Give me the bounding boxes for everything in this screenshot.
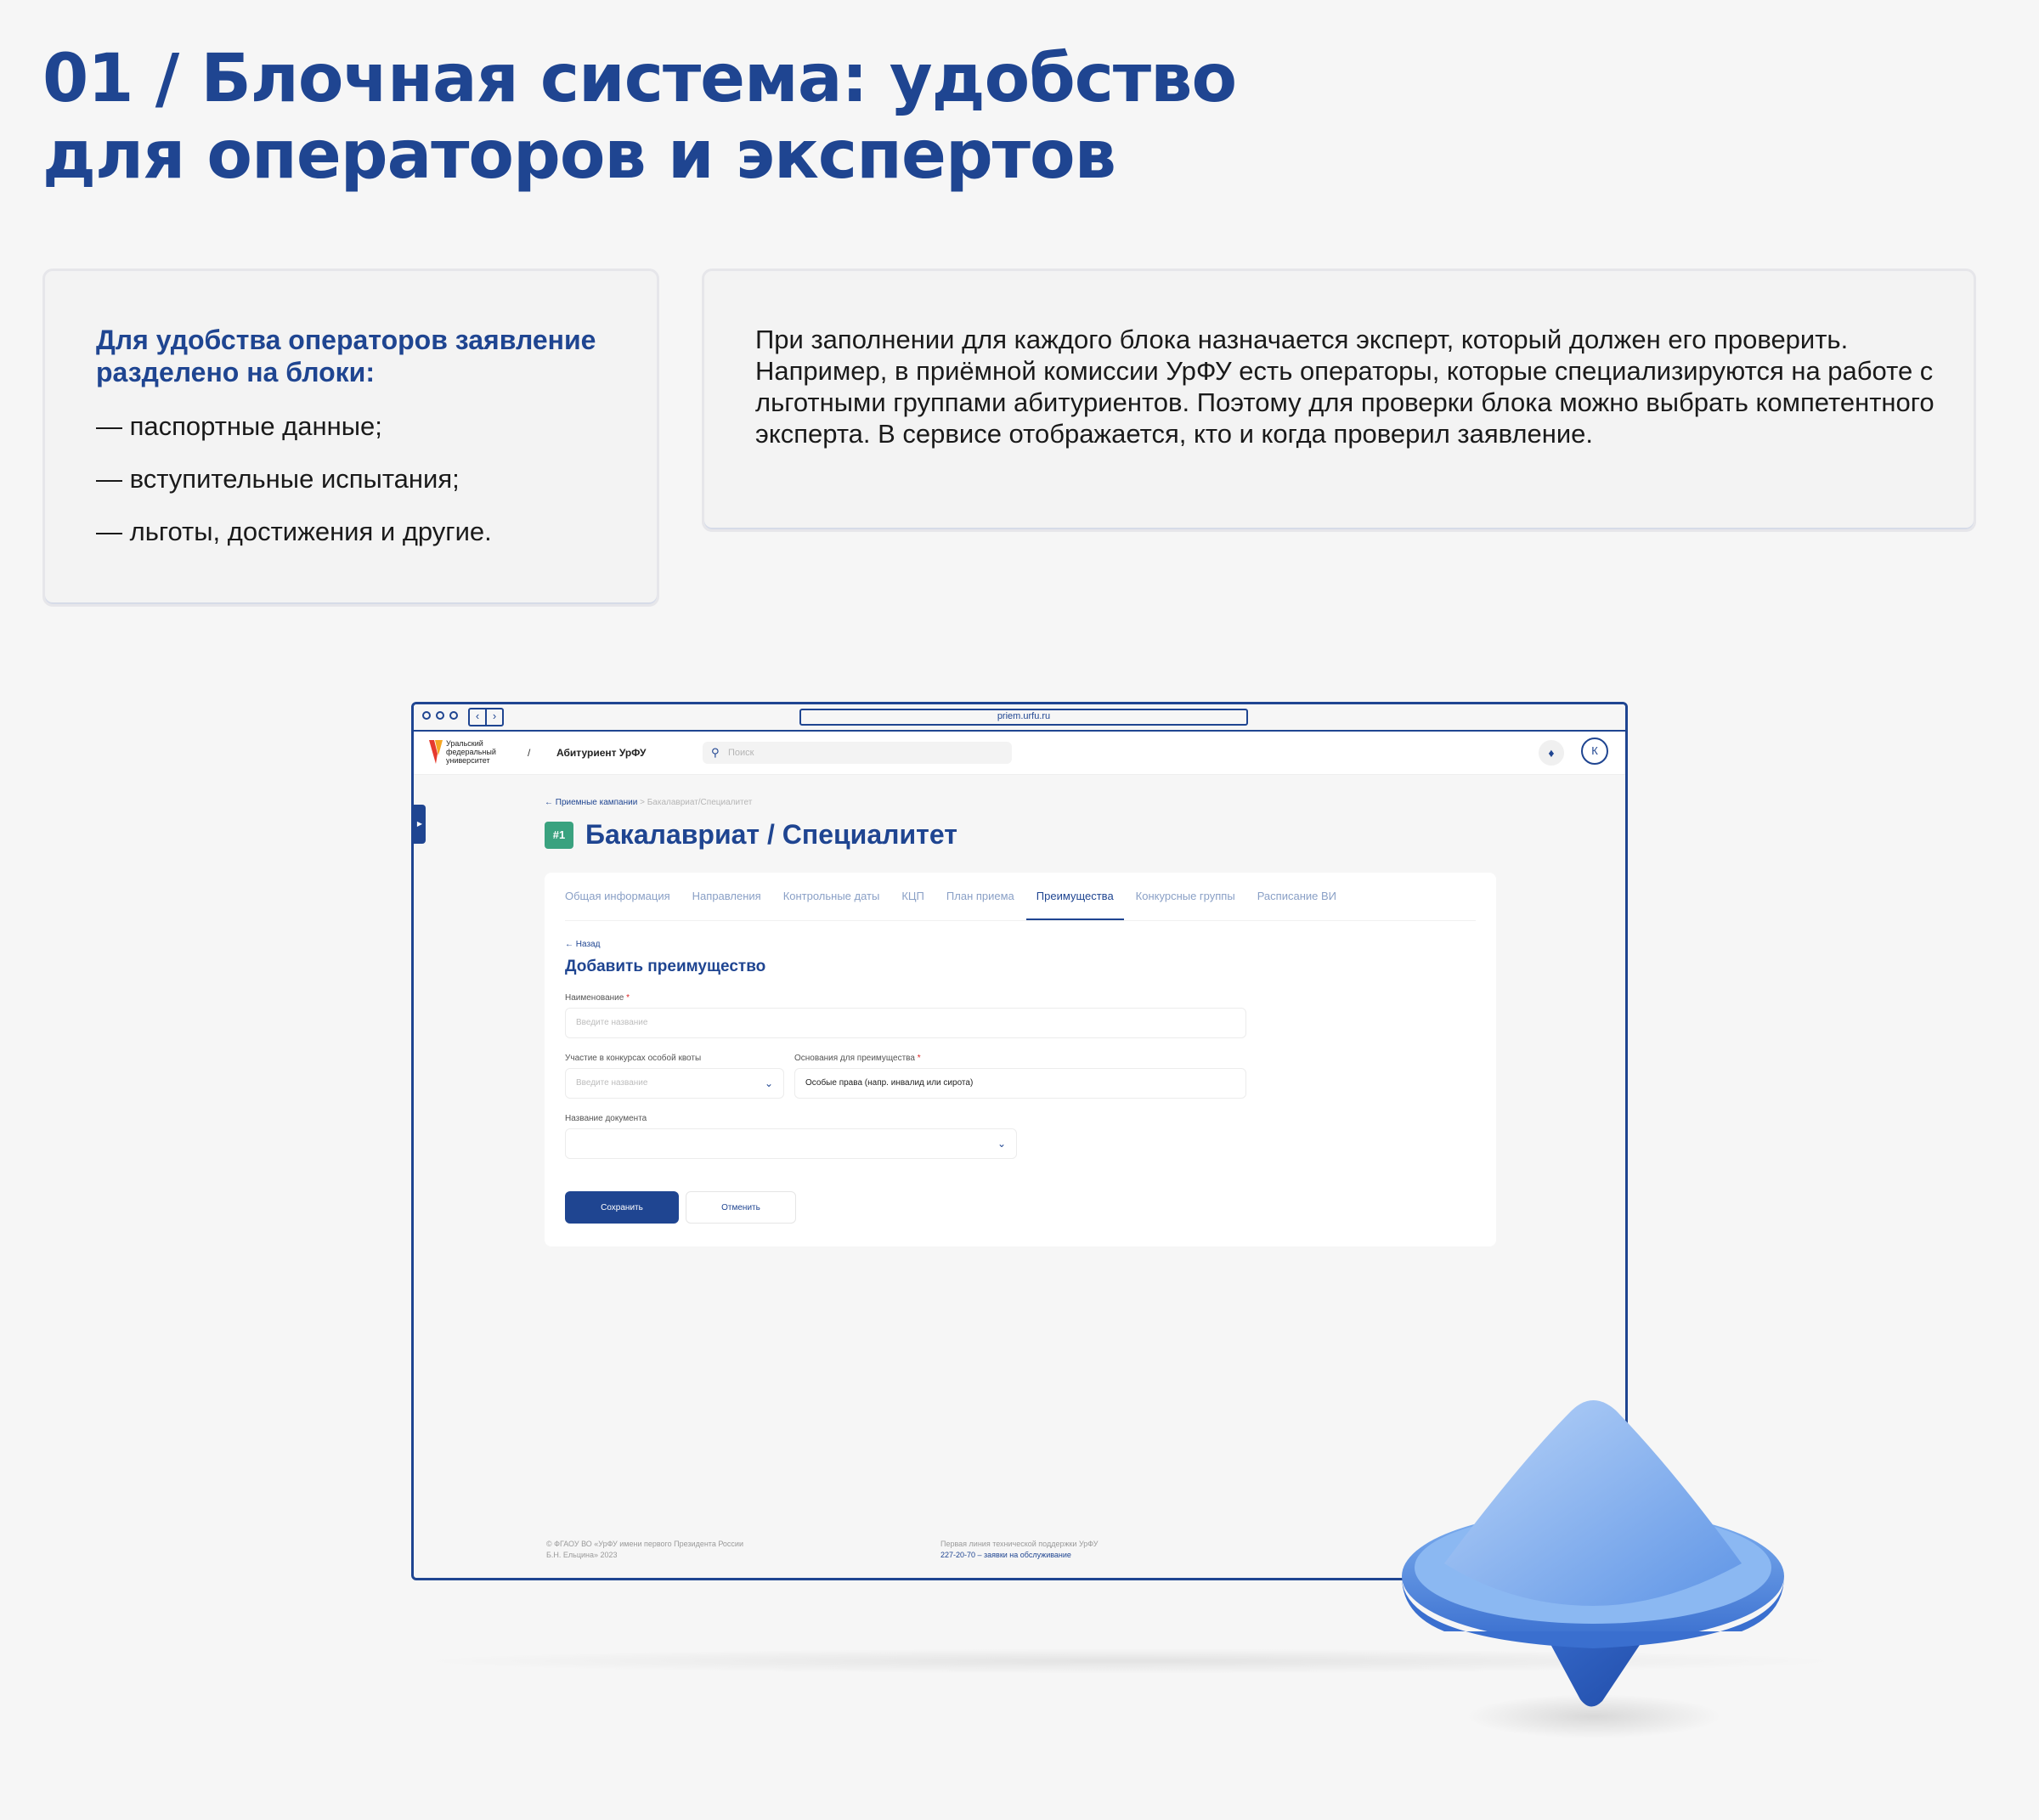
experts-card-text: При заполнении для каждого блока назнача… — [755, 325, 1935, 449]
name-label: Наименование * — [565, 993, 1476, 1003]
window-controls — [422, 711, 458, 720]
tab-competition-groups[interactable]: Конкурсные группы — [1136, 890, 1235, 920]
form-row: Участие в конкурсах особой квоты Введите… — [565, 1054, 1476, 1099]
url-bar[interactable]: priem.urfu.ru — [799, 709, 1248, 726]
support-phone-link[interactable]: 227-20-70 – заявки на обслуживание — [940, 1550, 1098, 1561]
breadcrumb-separator: > — [640, 798, 645, 807]
required-mark: * — [626, 993, 630, 1003]
form-panel: Общая информация Направления Контрольные… — [545, 873, 1496, 1246]
tab-dates[interactable]: Контрольные даты — [783, 890, 880, 920]
footer-copyright: © ФГАОУ ВО «УрФУ имени первого Президент… — [546, 1539, 801, 1561]
name-placeholder: Введите название — [576, 1018, 648, 1027]
basis-label: Основания для преимущества * — [794, 1054, 1246, 1063]
document-group: Название документа ⌄ — [565, 1114, 1017, 1159]
quota-label: Участие в конкурсах особой квоты — [565, 1054, 702, 1063]
name-label-text: Наименование — [565, 993, 624, 1003]
name-input[interactable]: Введите название — [565, 1008, 1246, 1038]
quota-placeholder: Введите название — [576, 1078, 648, 1088]
tab-advantages[interactable]: Преимущества — [1025, 890, 1124, 920]
forward-arrow-icon[interactable]: › — [487, 709, 502, 725]
footer-support: Первая линия технической поддержки УрФУ … — [940, 1539, 1098, 1561]
blocks-list-item: — льготы, достижения и другие. — [96, 517, 492, 546]
form-title: Добавить преимущество — [565, 958, 766, 975]
footer-copyright-line: Б.Н. Ельцина» 2023 — [546, 1551, 618, 1559]
tab-kcp[interactable]: КЦП — [901, 890, 924, 920]
document-select[interactable]: ⌄ — [565, 1128, 1017, 1159]
basis-label-text: Основания для преимущества — [794, 1054, 915, 1063]
save-button[interactable]: Сохранить — [565, 1191, 679, 1224]
back-link[interactable]: ← Назад — [565, 940, 1476, 949]
urfu-logo-icon[interactable] — [429, 740, 443, 764]
footer-copyright-line: © ФГАОУ ВО «УрФУ имени первого Президент… — [546, 1540, 743, 1548]
chevron-down-icon: ⌄ — [764, 1077, 773, 1089]
tab-plan[interactable]: План приема — [946, 890, 1014, 920]
basis-input[interactable]: Особые права (напр. инвалид или сирота) — [794, 1068, 1246, 1099]
search-placeholder: Поиск — [728, 748, 754, 758]
spinning-top-icon — [1402, 1400, 1784, 1738]
page-heading: 01 / Блочная система: удобство для опера… — [42, 41, 1237, 194]
form-actions: Сохранить Отменить — [565, 1191, 1476, 1224]
window-dot-icon[interactable] — [449, 711, 458, 720]
breadcrumb: ← Приемные кампании > Бакалавриат/Специа… — [545, 798, 1496, 807]
logo-text: Уральский федеральный университет — [446, 739, 496, 765]
tabs: Общая информация Направления Контрольные… — [565, 873, 1476, 921]
basis-value: Особые права (напр. инвалид или сирота) — [805, 1078, 974, 1088]
app-header: Уральский федеральный университет / Абит… — [414, 732, 1625, 775]
sidebar-toggle-icon[interactable]: ▶ — [414, 805, 426, 844]
blocks-card: Для удобства операторов заявление раздел… — [42, 268, 659, 607]
footer-support-line: Первая линия технической поддержки УрФУ — [940, 1540, 1099, 1548]
title-row: #1 Бакалавриат / Специалитет — [545, 819, 1496, 851]
heading-line-1: 01 / Блочная система: удобство — [42, 41, 1237, 117]
breadcrumb-link[interactable]: ← Приемные кампании — [545, 798, 637, 807]
avatar[interactable]: К — [1581, 738, 1608, 765]
header-separator: / — [528, 747, 531, 759]
blocks-card-lead: Для удобства операторов заявление раздел… — [96, 325, 596, 387]
blocks-list-item: — паспортные данные; — [96, 411, 382, 441]
notifications-bell-icon[interactable]: ♦ — [1539, 740, 1564, 766]
blocks-list: — паспортные данные; — вступительные исп… — [96, 410, 657, 548]
heading-line-2: для операторов и экспертов — [42, 117, 1116, 194]
tab-directions[interactable]: Направления — [692, 890, 761, 920]
browser-chrome: ‹ › priem.urfu.ru — [414, 704, 1625, 732]
window-dot-icon[interactable] — [436, 711, 444, 720]
experts-card: При заполнении для каждого блока назнача… — [702, 268, 1976, 532]
page-title: Бакалавриат / Специалитет — [585, 819, 957, 850]
cancel-button[interactable]: Отменить — [686, 1191, 796, 1224]
quota-select[interactable]: Введите название ⌄ — [565, 1068, 784, 1099]
quota-group: Участие в конкурсах особой квоты Введите… — [565, 1054, 784, 1099]
nav-buttons: ‹ › — [468, 708, 504, 726]
chevron-down-icon: ⌄ — [997, 1138, 1006, 1150]
campaign-badge: #1 — [545, 821, 573, 849]
app-name[interactable]: Абитуриент УрФУ — [556, 747, 646, 759]
tab-general[interactable]: Общая информация — [565, 890, 670, 920]
window-dot-icon[interactable] — [422, 711, 431, 720]
main-content: ← Приемные кампании > Бакалавриат/Специа… — [545, 798, 1496, 1246]
tab-schedule[interactable]: Расписание ВИ — [1257, 890, 1336, 920]
back-arrow-icon[interactable]: ‹ — [470, 709, 487, 725]
basis-group: Основания для преимущества * Особые прав… — [794, 1054, 1246, 1099]
search-icon: ⚲ — [711, 746, 720, 759]
blocks-list-item: — вступительные испытания; — [96, 464, 460, 494]
search-input[interactable]: ⚲ Поиск — [703, 742, 1012, 764]
document-label: Название документа — [565, 1114, 647, 1123]
required-mark: * — [917, 1054, 921, 1063]
breadcrumb-current: Бакалавриат/Специалитет — [647, 798, 753, 807]
